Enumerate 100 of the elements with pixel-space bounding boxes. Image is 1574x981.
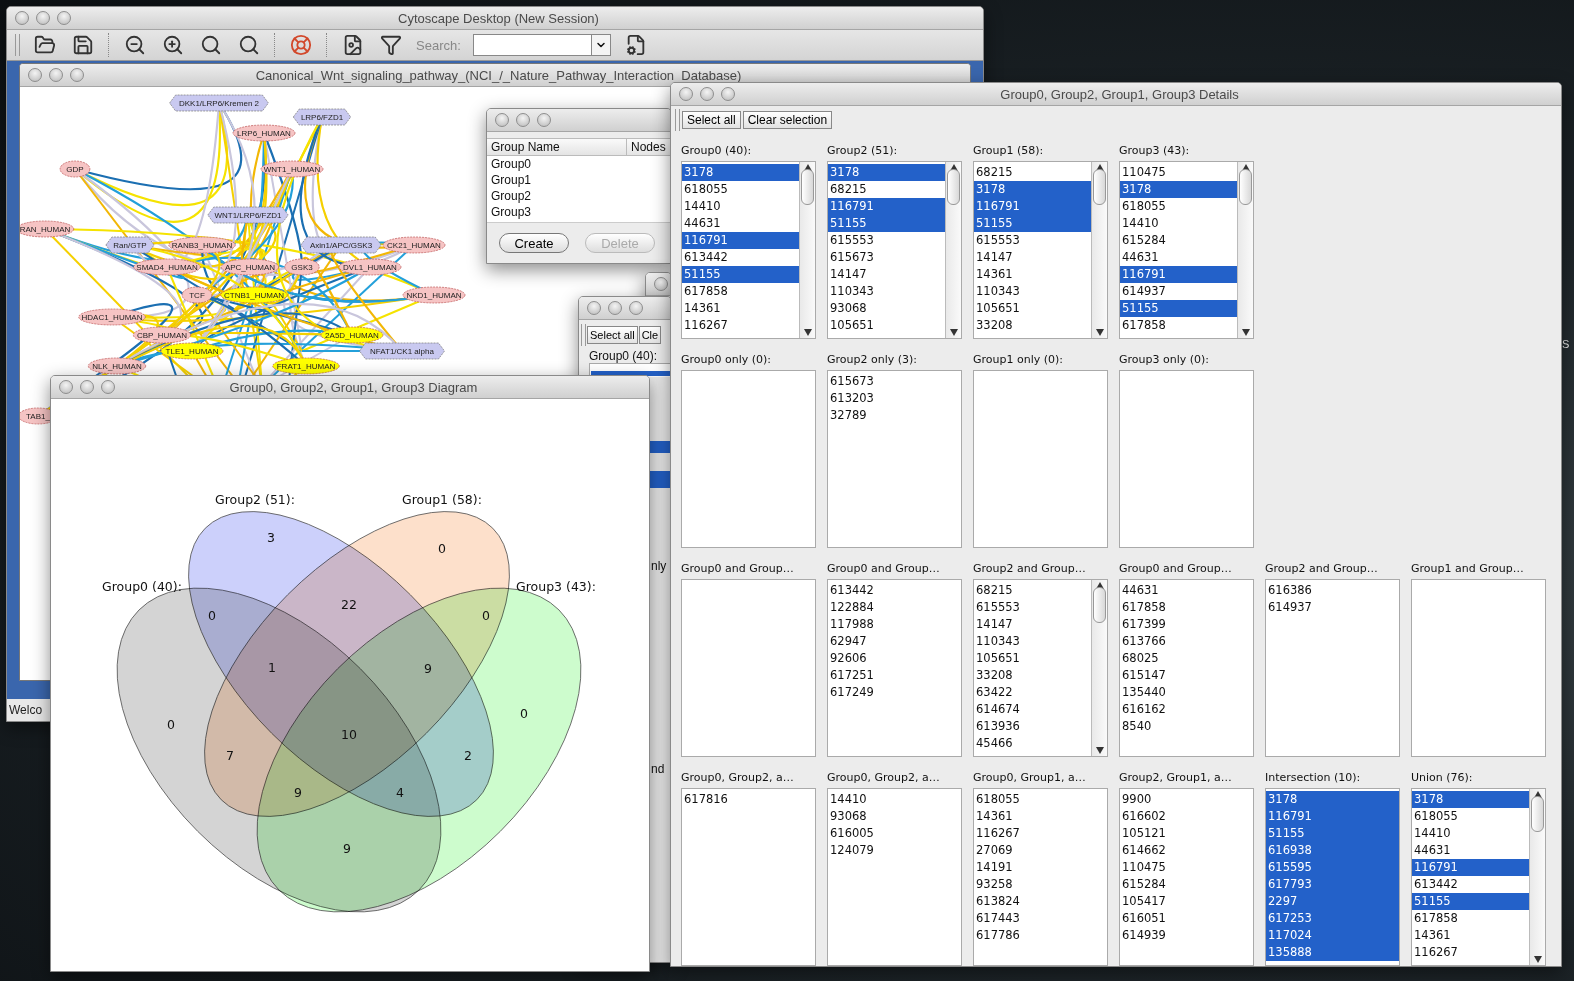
minimize-button[interactable] xyxy=(36,11,50,25)
scrollbar[interactable] xyxy=(1529,789,1545,965)
list-item[interactable]: 14361 xyxy=(974,808,1107,825)
list-item[interactable]: 110343 xyxy=(974,283,1091,300)
search-field[interactable] xyxy=(472,34,611,56)
list-item[interactable]: 615284 xyxy=(1120,232,1237,249)
list-item[interactable]: 116791 xyxy=(1266,808,1399,825)
list-item[interactable]: 618055 xyxy=(1412,808,1529,825)
list-item[interactable]: 105417 xyxy=(1120,893,1253,910)
list-item[interactable]: 116791 xyxy=(828,198,945,215)
list-item[interactable]: 616938 xyxy=(1266,842,1399,859)
list-item[interactable]: 68215 xyxy=(828,181,945,198)
scrollbar[interactable] xyxy=(945,162,961,338)
down-arrow-icon[interactable] xyxy=(1095,747,1104,754)
list-item[interactable]: 14410 xyxy=(682,198,799,215)
list-item[interactable]: 617858 xyxy=(1412,910,1529,927)
zoom-button[interactable] xyxy=(101,380,115,394)
list-item[interactable]: 617858 xyxy=(1120,317,1237,334)
list-item[interactable]: 615673 xyxy=(828,373,961,390)
list-item[interactable]: 613442 xyxy=(682,249,799,266)
list-item[interactable]: 3178 xyxy=(1412,791,1529,808)
list-item[interactable]: 617443 xyxy=(974,910,1107,927)
list-item[interactable]: 32789 xyxy=(828,407,961,424)
close-button[interactable] xyxy=(587,301,601,315)
scroll-thumb[interactable] xyxy=(1093,169,1106,205)
list-item[interactable]: 615147 xyxy=(1120,667,1253,684)
list-item[interactable]: 9900 xyxy=(1120,791,1253,808)
scroll-thumb[interactable] xyxy=(1239,169,1252,205)
scroll-thumb[interactable] xyxy=(1093,587,1106,623)
id-list[interactable]: 68215 3178 116791 51155 615553 14147 14361 110343 105651 33208 xyxy=(973,161,1108,339)
list-item[interactable]: 616051 xyxy=(1120,910,1253,927)
scrollbar[interactable] xyxy=(1091,580,1107,756)
minimize-button[interactable] xyxy=(80,380,94,394)
list-item[interactable]: 3178 xyxy=(682,164,799,181)
list-item[interactable]: 116267 xyxy=(682,317,799,334)
id-list[interactable]: 14410 93068 616005 124079 xyxy=(827,788,962,966)
list-item[interactable]: 117024 xyxy=(1266,927,1399,944)
selected-row[interactable] xyxy=(649,441,671,453)
list-item[interactable]: 44631 xyxy=(1120,249,1237,266)
zoom-button[interactable] xyxy=(537,113,551,127)
minimize-button[interactable] xyxy=(516,113,530,127)
list-item[interactable]: 618055 xyxy=(1120,198,1237,215)
list-item[interactable]: 93068 xyxy=(828,300,945,317)
list-item[interactable]: 14361 xyxy=(682,300,799,317)
list-item[interactable]: 68215 xyxy=(974,582,1091,599)
list-item[interactable]: 110343 xyxy=(828,283,945,300)
list-item[interactable]: 45466 xyxy=(974,735,1091,752)
toolbar-button[interactable]: Cle xyxy=(638,326,662,344)
list-item[interactable]: 614937 xyxy=(1266,599,1399,616)
list-item[interactable]: 105121 xyxy=(1120,825,1253,842)
list-item[interactable]: 51155 xyxy=(682,266,799,283)
id-list[interactable]: 3178 116791 51155 616938 615595 617793 2297 617253 117024 135888 xyxy=(1265,788,1400,966)
id-list[interactable]: 3178 618055 14410 44631 116791 613442 51155 617858 14361 116267 xyxy=(681,161,816,339)
list-item[interactable]: 615553 xyxy=(974,232,1091,249)
list-item[interactable]: 3178 xyxy=(1266,791,1399,808)
id-list[interactable]: 613442 122884 117988 62947 92606 617251 617249 xyxy=(827,579,962,757)
clear-selection-button[interactable]: Clear selection xyxy=(742,111,833,129)
list-item[interactable]: 14147 xyxy=(974,616,1091,633)
list-item[interactable]: 618055 xyxy=(682,181,799,198)
close-button[interactable] xyxy=(654,277,668,291)
minimize-button[interactable] xyxy=(49,68,63,82)
list-item[interactable]: 68215 xyxy=(974,164,1091,181)
list-item[interactable]: 116791 xyxy=(682,232,799,249)
zoom-button[interactable] xyxy=(629,301,643,315)
id-list[interactable]: 44631 617858 617399 613766 68025 615147 135440 616162 8540 xyxy=(1119,579,1254,757)
list-item[interactable]: 122884 xyxy=(828,599,961,616)
id-list[interactable]: 616386 614937 xyxy=(1265,579,1400,757)
group-row[interactable]: Group0 xyxy=(487,156,671,172)
list-item[interactable]: 14410 xyxy=(1412,825,1529,842)
list-item[interactable]: 62947 xyxy=(828,633,961,650)
down-arrow-icon[interactable] xyxy=(1241,329,1250,336)
zoom-button[interactable] xyxy=(57,11,71,25)
list-item[interactable]: 51155 xyxy=(1266,825,1399,842)
list-item[interactable]: 617399 xyxy=(1120,616,1253,633)
list-item[interactable]: 617251 xyxy=(828,667,961,684)
list-item[interactable]: 614937 xyxy=(1120,283,1237,300)
scroll-thumb[interactable] xyxy=(1531,796,1544,832)
minimize-button[interactable] xyxy=(700,87,714,101)
list-item[interactable]: 116791 xyxy=(1120,266,1237,283)
list-item[interactable]: 617816 xyxy=(682,791,815,808)
list-item[interactable]: 613442 xyxy=(828,582,961,599)
list-item[interactable]: 617786 xyxy=(974,927,1107,944)
create-button[interactable]: Create xyxy=(499,233,569,253)
close-button[interactable] xyxy=(28,68,42,82)
list-item[interactable]: 93258 xyxy=(974,876,1107,893)
scroll-thumb[interactable] xyxy=(801,169,814,205)
group-row[interactable]: Group1 xyxy=(487,172,671,188)
list-item[interactable]: 110475 xyxy=(1120,859,1253,876)
list-item[interactable]: 617858 xyxy=(682,283,799,300)
list-item[interactable]: 135888 xyxy=(1266,944,1399,961)
id-list[interactable]: 68215 615553 14147 110343 105651 33208 63422 614674 613936 45466 xyxy=(973,579,1108,757)
list-item[interactable]: 44631 xyxy=(1412,842,1529,859)
list-item[interactable]: 116791 xyxy=(974,198,1091,215)
list-item[interactable]: 14147 xyxy=(828,266,945,283)
id-list[interactable]: 618055 14361 116267 27069 14191 93258 613824 617443 617786 xyxy=(973,788,1108,966)
group-row[interactable]: Group3 xyxy=(487,204,671,220)
column-header[interactable]: Group Name xyxy=(487,139,627,155)
list-item[interactable]: 105651 xyxy=(828,317,945,334)
down-arrow-icon[interactable] xyxy=(949,329,958,336)
scroll-thumb[interactable] xyxy=(947,169,960,205)
